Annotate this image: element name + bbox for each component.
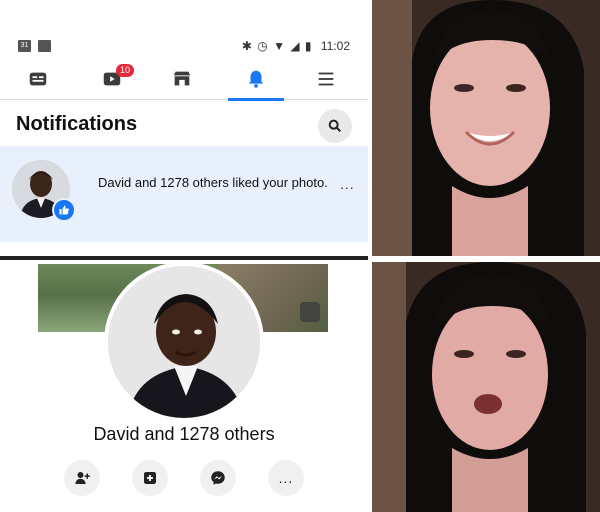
profile-picture[interactable]: [104, 262, 264, 422]
menu-tab[interactable]: [296, 58, 356, 100]
signal-icon: ◢: [290, 39, 301, 53]
more-icon: ...: [278, 470, 294, 486]
camera-icon[interactable]: [300, 302, 320, 322]
add-friend-icon: [75, 472, 90, 484]
page-title: Notifications: [16, 113, 138, 135]
hamburger-icon: [318, 72, 334, 86]
reaction-photo-surprised: [372, 262, 600, 512]
message-box-icon: [144, 472, 156, 484]
news-feed-icon: [29, 72, 47, 86]
store-icon: [173, 71, 191, 86]
calendar-icon: 31: [18, 40, 31, 52]
profile-actions: ...: [62, 460, 312, 500]
notifications-screenshot: 31 ✱ ◷ ▼ ◢ ▮ 11:02 10 Notifications Davi…: [0, 0, 368, 256]
reaction-photo-smiling: [372, 0, 600, 256]
search-icon: [328, 119, 342, 133]
messenger-button[interactable]: [200, 460, 236, 496]
add-friend-button[interactable]: [64, 460, 100, 496]
more-button[interactable]: ...: [268, 460, 304, 496]
status-bar: 31 ✱ ◷ ▼ ◢ ▮ 11:02: [0, 0, 368, 53]
watch-tab[interactable]: 10: [82, 58, 142, 100]
image-icon: [38, 40, 51, 52]
notification-badge: 10: [116, 64, 135, 77]
battery-icon: ▮: [304, 39, 313, 53]
like-icon: [52, 198, 76, 222]
tab-bar: 10: [0, 58, 368, 101]
notification-item[interactable]: David and 1278 others liked your photo. …: [0, 146, 368, 242]
more-options-button[interactable]: ...: [340, 176, 355, 192]
alarm-icon: ◷: [257, 39, 269, 53]
status-time: 11:02: [320, 39, 350, 53]
message-box-button[interactable]: [132, 460, 168, 496]
marketplace-tab[interactable]: [152, 58, 212, 100]
bluetooth-icon: ✱: [241, 39, 253, 53]
messenger-icon: [211, 471, 225, 485]
wifi-icon: ▼: [273, 39, 286, 53]
profile-name: David and 1278 others: [93, 424, 275, 444]
feed-tab[interactable]: [8, 58, 68, 100]
profile-screenshot: David and 1278 others ...: [0, 260, 368, 512]
bell-icon: [248, 70, 264, 88]
search-button[interactable]: [318, 109, 352, 143]
status-icons: ✱ ◷ ▼ ◢ ▮ 11:02: [242, 39, 350, 53]
notification-text: David and 1278 others liked your photo.: [98, 175, 328, 190]
notifications-tab[interactable]: [226, 58, 286, 101]
